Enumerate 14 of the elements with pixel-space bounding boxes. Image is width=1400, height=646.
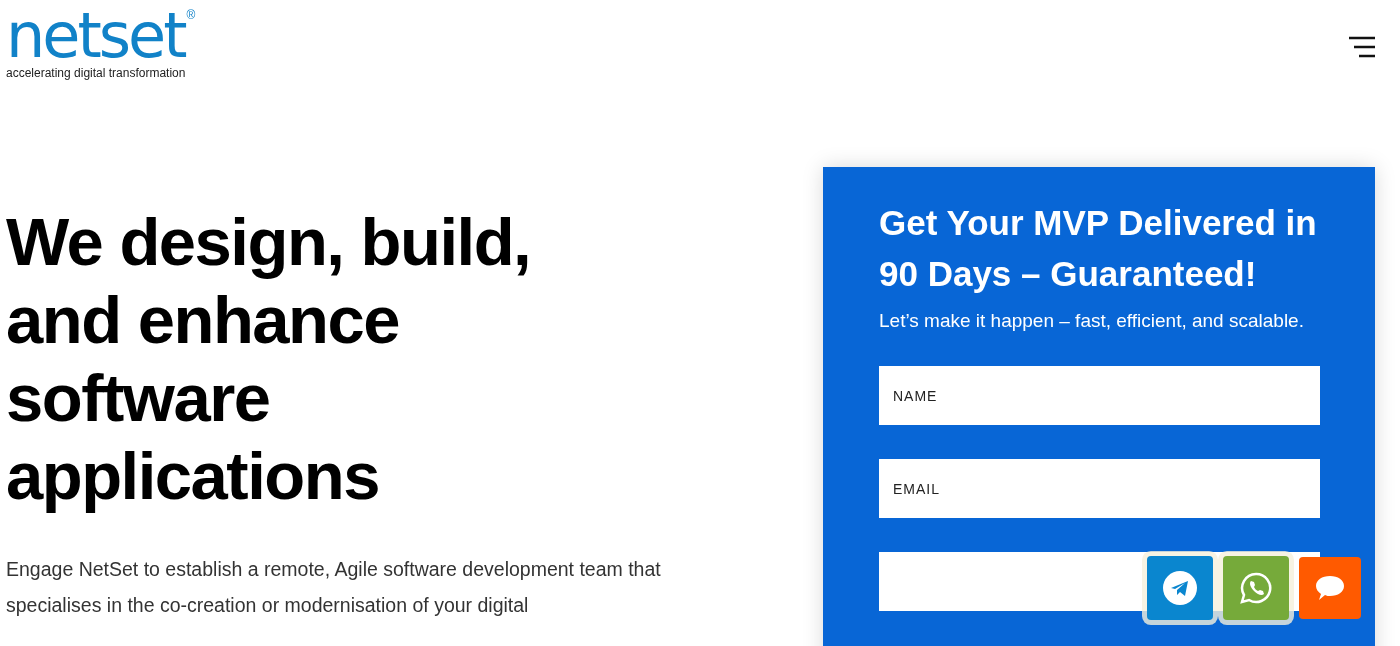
paper-plane-icon [1163,571,1197,605]
phone-bubble-icon [1239,571,1273,605]
hero-text: Engage NetSet to establish a remote, Agile software development team that specialises in the co-creation or modernisation of your digital [6,557,662,618]
menu-icon[interactable] [1348,36,1376,58]
registered-mark: ® [186,8,196,22]
chat-button[interactable] [1299,557,1361,619]
form-subtitle: Let’s make it happen – fast, efficient, and scalable. [879,309,1305,332]
logo-tagline: accelerating digital transformation [6,66,187,80]
hero-heading: We design, build, and enhance software applications [6,203,532,515]
form-title: Get Your MVP Delivered in 90 Days – Guaranteed! [879,202,1318,295]
logo-wordmark[interactable]: netset [6,4,185,68]
input-field[interactable]: NAME [879,366,1320,425]
input-field[interactable]: EMAIL [879,459,1320,518]
speech-bubble-icon [1314,574,1346,602]
